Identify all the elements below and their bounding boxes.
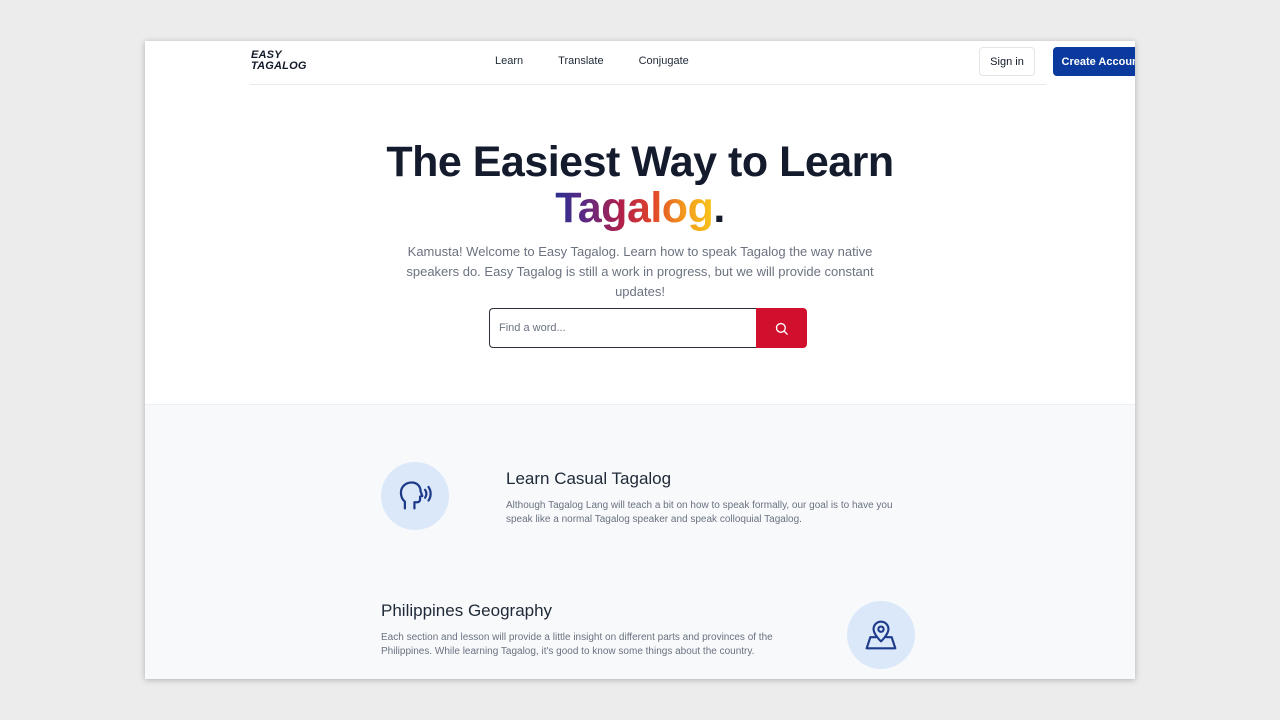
feature-title: Philippines Geography (381, 601, 553, 620)
nav-translate[interactable]: Translate (558, 55, 603, 67)
feature-description: Although Tagalog Lang will teach a bit o… (506, 500, 893, 525)
browser-page: EASY TAGALOG Learn Translate Conjugate S… (145, 41, 1135, 679)
feature-title: Learn Casual Tagalog (506, 469, 672, 488)
hero-title: The Easiest Way to Learn Tagalog. (145, 139, 1135, 231)
map-pin-icon (865, 620, 897, 650)
search-button[interactable] (756, 308, 807, 348)
nav-learn[interactable]: Learn (495, 55, 523, 67)
logo-line2: TAGALOG (251, 60, 307, 72)
hero-title-line2: Tagalog. (145, 185, 1135, 231)
create-account-button[interactable]: Create Account (1053, 47, 1135, 76)
speaking-head-icon (399, 481, 432, 510)
hero-title-gradient-word: Tagalog (555, 184, 714, 232)
feature-description: Each section and lesson will provide a l… (381, 632, 773, 657)
hero-title-line1: The Easiest Way to Learn (386, 138, 894, 186)
search-bar (489, 308, 807, 348)
main-nav: Learn Translate Conjugate (495, 55, 724, 67)
hero-title-period: . (713, 184, 725, 232)
feature-icon-circle (381, 462, 449, 530)
feature-icon-circle (847, 601, 915, 669)
search-input[interactable] (489, 308, 757, 348)
top-navbar: EASY TAGALOG Learn Translate Conjugate S… (250, 41, 1135, 85)
sign-in-button[interactable]: Sign in (979, 47, 1035, 76)
hero-subtitle: Kamusta! Welcome to Easy Tagalog. Learn … (406, 244, 874, 299)
features-section: Learn Casual Tagalog Although Tagalog La… (145, 404, 1135, 679)
logo[interactable]: EASY TAGALOG (251, 50, 307, 72)
nav-conjugate[interactable]: Conjugate (639, 55, 689, 67)
search-icon (775, 322, 788, 335)
